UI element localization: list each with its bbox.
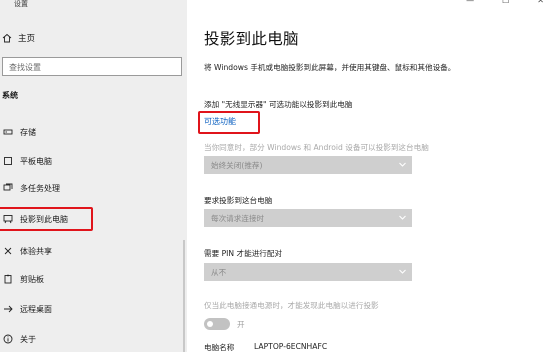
toggle-state-label: 开	[237, 320, 245, 329]
clipboard-icon	[2, 273, 14, 285]
main-content: — ☐ ✕ 投影到此电脑 将 Windows 手机或电脑投影到此屏幕，并使用其键…	[187, 0, 550, 352]
setting3-dropdown[interactable]: 从不	[204, 263, 412, 281]
sidebar-item-about[interactable]: 关于	[0, 330, 187, 348]
sidebar-item-label: 剪贴板	[20, 274, 44, 284]
storage-icon	[2, 126, 14, 138]
pc-name-label: 电脑名称	[204, 343, 235, 352]
setting1-label: 当你同意时，部分 Windows 和 Android 设备可以投影到这台电脑	[204, 143, 429, 152]
multitasking-icon	[2, 182, 14, 194]
search-input[interactable]: 查找设置	[2, 57, 182, 76]
chevron-down-icon	[398, 267, 407, 276]
section-label: 系统	[2, 91, 18, 100]
sidebar-item-label: 远程桌面	[20, 304, 52, 314]
setting4-label: 仅当此电脑接通电源时，才能发现此电脑以进行投影	[204, 301, 379, 310]
page-title: 投影到此电脑	[204, 30, 299, 48]
setting1-value: 始终关闭(推荐)	[211, 161, 263, 170]
minimize-button[interactable]: —	[466, 0, 474, 5]
setting3-label: 需要 PIN 才能进行配对	[204, 249, 283, 258]
page-description: 将 Windows 手机或电脑投影到此屏幕，并使用其键盘、鼠标和其他设备。	[204, 63, 456, 72]
home-icon	[2, 33, 12, 43]
sidebar: 设置 主页 查找设置 系统 存储 平板电脑 多任务处理 投影到此电脑 体验共享 …	[0, 0, 187, 352]
shared-experiences-icon	[2, 245, 14, 257]
window-controls: — ☐ ✕	[466, 0, 550, 5]
nav-home[interactable]: 主页	[0, 30, 187, 46]
sidebar-item-project[interactable]: 投影到此电脑	[0, 210, 187, 228]
sidebar-item-label: 存储	[20, 127, 36, 137]
sidebar-item-label: 投影到此电脑	[20, 214, 68, 224]
sidebar-item-label: 多任务处理	[20, 183, 60, 193]
power-toggle[interactable]	[204, 318, 230, 330]
pc-name-value: LAPTOP-6ECNHAFC	[254, 342, 328, 351]
search-placeholder: 查找设置	[9, 63, 41, 72]
project-icon	[2, 213, 14, 225]
setting2-label: 要求投影到这台电脑	[204, 196, 273, 205]
sidebar-item-label: 关于	[20, 334, 36, 344]
setting3-value: 从不	[211, 268, 227, 277]
sidebar-item-clipboard[interactable]: 剪贴板	[0, 270, 187, 288]
close-button[interactable]: ✕	[537, 0, 544, 5]
setting2-dropdown[interactable]: 每次请求连接时	[204, 209, 412, 227]
sidebar-item-multitasking[interactable]: 多任务处理	[0, 179, 187, 197]
sidebar-item-storage[interactable]: 存储	[0, 123, 187, 141]
app-title: 设置	[14, 0, 28, 8]
toggle-knob	[207, 321, 213, 327]
setting2-value: 每次请求连接时	[211, 214, 265, 223]
sidebar-scrollbar[interactable]	[183, 240, 185, 352]
sidebar-item-remote-desktop[interactable]: 远程桌面	[0, 300, 187, 318]
remote-desktop-icon	[2, 303, 14, 315]
info-icon	[2, 333, 14, 345]
setting1-dropdown[interactable]: 始终关闭(推荐)	[204, 156, 412, 174]
chevron-down-icon	[398, 160, 407, 169]
sidebar-item-tablet[interactable]: 平板电脑	[0, 152, 187, 170]
optional-features-link[interactable]: 可选功能	[204, 116, 236, 127]
chevron-down-icon	[398, 213, 407, 222]
sidebar-item-label: 平板电脑	[20, 156, 52, 166]
nav-home-label: 主页	[18, 34, 36, 44]
sidebar-item-label: 体验共享	[20, 246, 52, 256]
add-display-text: 添加 "无线显示器" 可选功能以投影到此电脑	[204, 100, 353, 109]
tablet-icon	[2, 155, 14, 167]
maximize-button[interactable]: ☐	[502, 0, 509, 5]
sidebar-item-shared-experiences[interactable]: 体验共享	[0, 242, 187, 260]
